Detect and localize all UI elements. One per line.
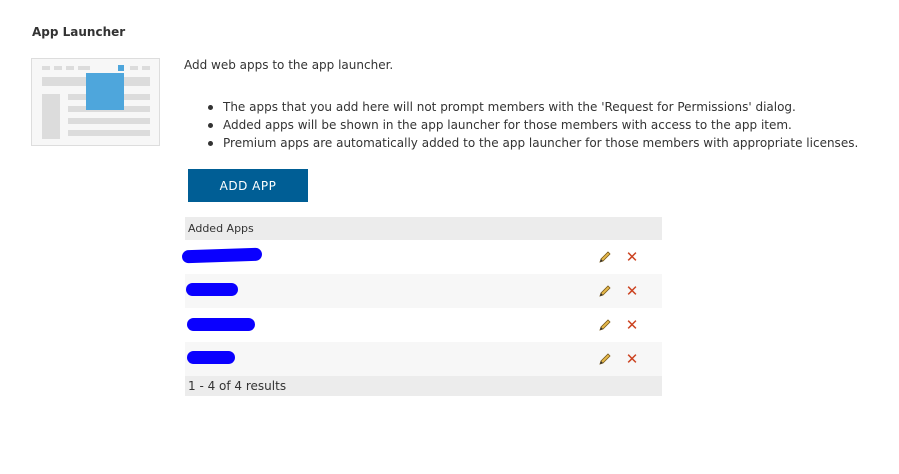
pencil-icon[interactable] <box>597 351 613 367</box>
intro-text: Add web apps to the app launcher. <box>184 58 394 72</box>
pencil-icon[interactable] <box>597 249 613 265</box>
close-icon[interactable]: ✕ <box>625 249 639 265</box>
pencil-icon[interactable] <box>597 317 613 333</box>
redacted-app-name <box>187 318 255 331</box>
close-icon[interactable]: ✕ <box>625 283 639 299</box>
info-bullet: Added apps will be shown in the app laun… <box>207 116 858 134</box>
info-bullet: The apps that you add here will not prom… <box>207 98 858 116</box>
close-icon[interactable]: ✕ <box>625 317 639 333</box>
results-count: 1 - 4 of 4 results <box>185 376 662 396</box>
add-app-button[interactable]: ADD APP <box>188 169 308 202</box>
close-icon[interactable]: ✕ <box>625 351 639 367</box>
app-launcher-illustration <box>31 58 160 146</box>
section-title: App Launcher <box>32 25 126 39</box>
redacted-app-name <box>187 351 235 364</box>
table-row: ✕ <box>185 308 662 342</box>
table-row: ✕ <box>181 240 662 274</box>
redacted-app-name <box>186 283 238 296</box>
added-apps-table: Added Apps ✕ ✕ ✕ ✕ 1 - 4 of 4 results <box>181 217 662 396</box>
redacted-app-name <box>181 247 263 264</box>
pencil-icon[interactable] <box>597 283 613 299</box>
info-bullet-list: The apps that you add here will not prom… <box>207 98 858 152</box>
table-row: ✕ <box>185 274 662 308</box>
table-header: Added Apps <box>185 217 662 240</box>
info-bullet: Premium apps are automatically added to … <box>207 134 858 152</box>
table-row: ✕ <box>185 342 662 376</box>
